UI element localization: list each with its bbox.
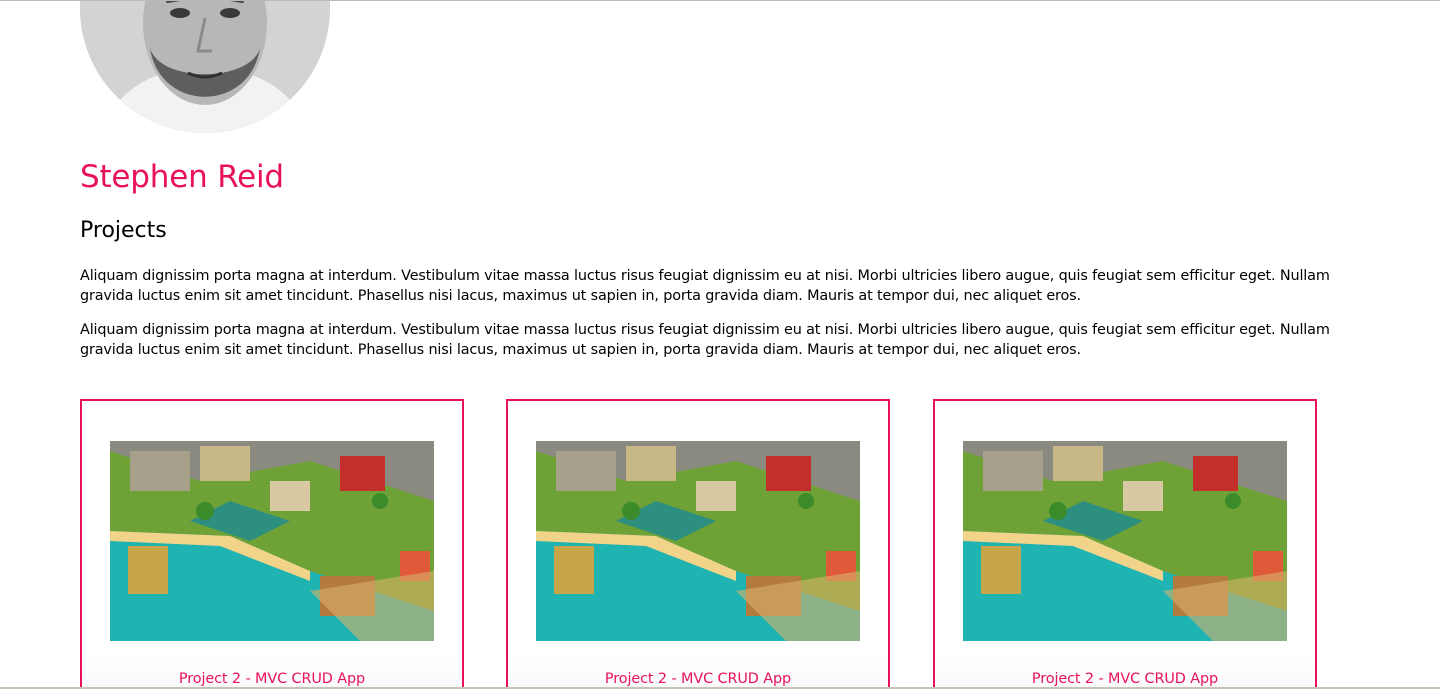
project-title-link[interactable]: Project 2 - MVC CRUD App [82, 669, 462, 689]
project-title-link[interactable]: Project 2 - MVC CRUD App [508, 669, 888, 689]
project-thumbnail[interactable] [536, 441, 860, 641]
project-card[interactable]: Project 2 - MVC CRUD App [506, 399, 890, 689]
project-thumbnail[interactable] [963, 441, 1287, 641]
intro-paragraph: Aliquam dignissim porta magna at interdu… [80, 268, 1330, 304]
isometric-town-image [536, 441, 860, 641]
section-title: Projects [80, 218, 167, 243]
project-card[interactable]: Project 2 - MVC CRUD App [80, 399, 464, 689]
isometric-town-image [963, 441, 1287, 641]
avatar [80, 1, 330, 133]
isometric-town-image [110, 441, 434, 641]
page: Stephen Reid Projects Aliquam dignissim … [0, 0, 1440, 689]
portrait-photo-icon [80, 1, 330, 133]
intro-paragraph: Aliquam dignissim porta magna at interdu… [80, 322, 1330, 358]
project-title-link[interactable]: Project 2 - MVC CRUD App [935, 669, 1315, 689]
project-thumbnail[interactable] [110, 441, 434, 641]
project-card[interactable]: Project 2 - MVC CRUD App [933, 399, 1317, 689]
profile-name: Stephen Reid [80, 159, 284, 195]
